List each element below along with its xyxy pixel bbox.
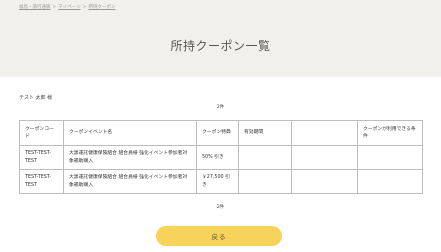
table-row: TEST-TEST-TEST 大黒運託健康保険組合 組合員様 強化イベント参加者… xyxy=(19,169,423,194)
column-header-benefit: クーポン特典 xyxy=(196,120,239,146)
page-title: 所持クーポン一覧 xyxy=(170,39,271,53)
breadcrumb-link-home[interactable]: 福島・旅行通販 xyxy=(19,5,51,10)
column-header-coupon-code: クーポンコード xyxy=(19,120,64,146)
table-header-row: クーポンコード クーポンイベント名 クーポン特典 有効期間 クーポンが利用できる… xyxy=(19,120,423,146)
cell-conditions xyxy=(357,145,423,170)
breadcrumb-separator: > xyxy=(82,5,87,10)
cell-conditions xyxy=(357,169,423,194)
breadcrumb-separator: > xyxy=(52,5,57,10)
column-header-validity: 有効期間 xyxy=(238,120,292,146)
breadcrumb: 福島・旅行通販 > マイページ > 所持クーポン xyxy=(19,4,115,10)
cell-validity xyxy=(238,169,292,194)
cell-coupon-code: TEST-TEST-TEST xyxy=(19,169,64,194)
column-header-conditions: クーポンが利用できる条件 xyxy=(357,120,423,146)
page-header-band: 福島・旅行通販 > マイページ > 所持クーポン 所持クーポン一覧 xyxy=(0,0,441,77)
cell-event-name: 大黒運託健康保険組合 組合員様 強化イベント参加者対象補助購入 xyxy=(63,145,197,170)
back-button[interactable]: 戻る xyxy=(156,226,282,246)
breadcrumb-link-mypage[interactable]: マイページ xyxy=(58,5,80,10)
result-count-top: 2件 xyxy=(216,105,225,110)
coupon-table: クーポンコード クーポンイベント名 クーポン特典 有効期間 クーポンが利用できる… xyxy=(19,120,423,194)
cell-blank xyxy=(291,169,358,194)
cell-blank xyxy=(291,145,358,170)
user-name: テスト 太郎 様 xyxy=(19,95,53,101)
column-header-blank xyxy=(291,120,358,146)
cell-benefit: 50% 引き xyxy=(196,145,239,170)
cell-benefit: ￥27,500 引き xyxy=(196,169,239,194)
column-header-event-name: クーポンイベント名 xyxy=(63,120,197,146)
result-count-bottom: 2件 xyxy=(216,205,225,210)
cell-event-name: 大黒運託健康保険組合 組合員様 強化イベント参加者対象補助購入 xyxy=(63,169,197,194)
table-row: TEST-TEST-TEST 大黒運託健康保険組合 組合員様 強化イベント参加者… xyxy=(19,145,423,170)
cell-coupon-code: TEST-TEST-TEST xyxy=(19,145,64,170)
cell-validity xyxy=(238,145,292,170)
breadcrumb-link-coupons[interactable]: 所持クーポン xyxy=(88,5,115,10)
